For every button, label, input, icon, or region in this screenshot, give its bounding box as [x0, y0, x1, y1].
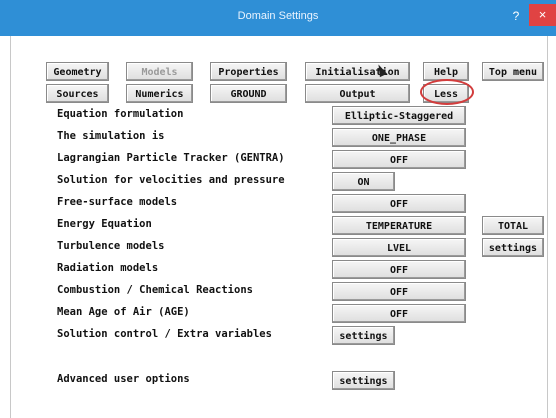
advanced-options-label: Advanced user options [57, 373, 190, 385]
models-button[interactable]: Models [126, 62, 193, 81]
help-icon[interactable]: ? [505, 7, 527, 25]
advanced-options-settings-button[interactable]: settings [332, 371, 395, 390]
properties-button[interactable]: Properties [210, 62, 287, 81]
close-icon[interactable]: × [529, 4, 556, 26]
radiation-label: Radiation models [57, 262, 159, 274]
initialisation-button[interactable]: Initialisation [305, 62, 410, 81]
output-button[interactable]: Output [305, 84, 410, 103]
less-button[interactable]: Less [423, 84, 469, 103]
mean-age-button[interactable]: OFF [332, 304, 466, 323]
free-surface-button[interactable]: OFF [332, 194, 466, 213]
gentra-label: Lagrangian Particle Tracker (GENTRA) [57, 152, 285, 164]
mean-age-label: Mean Age of Air (AGE) [57, 306, 190, 318]
window-title: Domain Settings [237, 10, 319, 22]
combustion-label: Combustion / Chemical Reactions [57, 284, 253, 296]
top-menu-button[interactable]: Top menu [482, 62, 544, 81]
gentra-button[interactable]: OFF [332, 150, 466, 169]
energy-equation-label: Energy Equation [57, 218, 152, 230]
numerics-button[interactable]: Numerics [126, 84, 193, 103]
solution-control-settings-button[interactable]: settings [332, 326, 395, 345]
sources-button[interactable]: Sources [46, 84, 109, 103]
simulation-button[interactable]: ONE_PHASE [332, 128, 466, 147]
equation-formulation-label: Equation formulation [57, 108, 184, 120]
help-button[interactable]: Help [423, 62, 469, 81]
solution-control-label: Solution control / Extra variables [57, 328, 272, 340]
turbulence-label: Turbulence models [57, 240, 165, 252]
free-surface-label: Free-surface models [57, 196, 178, 208]
velocities-pressure-label: Solution for velocities and pressure [57, 174, 285, 186]
ground-button[interactable]: GROUND [210, 84, 287, 103]
geometry-button[interactable]: Geometry [46, 62, 109, 81]
title-bar: Domain Settings ? × [0, 0, 556, 36]
turbulence-button[interactable]: LVEL [332, 238, 466, 257]
combustion-button[interactable]: OFF [332, 282, 466, 301]
equation-formulation-button[interactable]: Elliptic-Staggered [332, 106, 466, 125]
energy-total-button[interactable]: TOTAL [482, 216, 544, 235]
velocities-pressure-button[interactable]: ON [332, 172, 395, 191]
turbulence-settings-button[interactable]: settings [482, 238, 544, 257]
radiation-button[interactable]: OFF [332, 260, 466, 279]
simulation-label: The simulation is [57, 130, 165, 142]
energy-equation-button[interactable]: TEMPERATURE [332, 216, 466, 235]
